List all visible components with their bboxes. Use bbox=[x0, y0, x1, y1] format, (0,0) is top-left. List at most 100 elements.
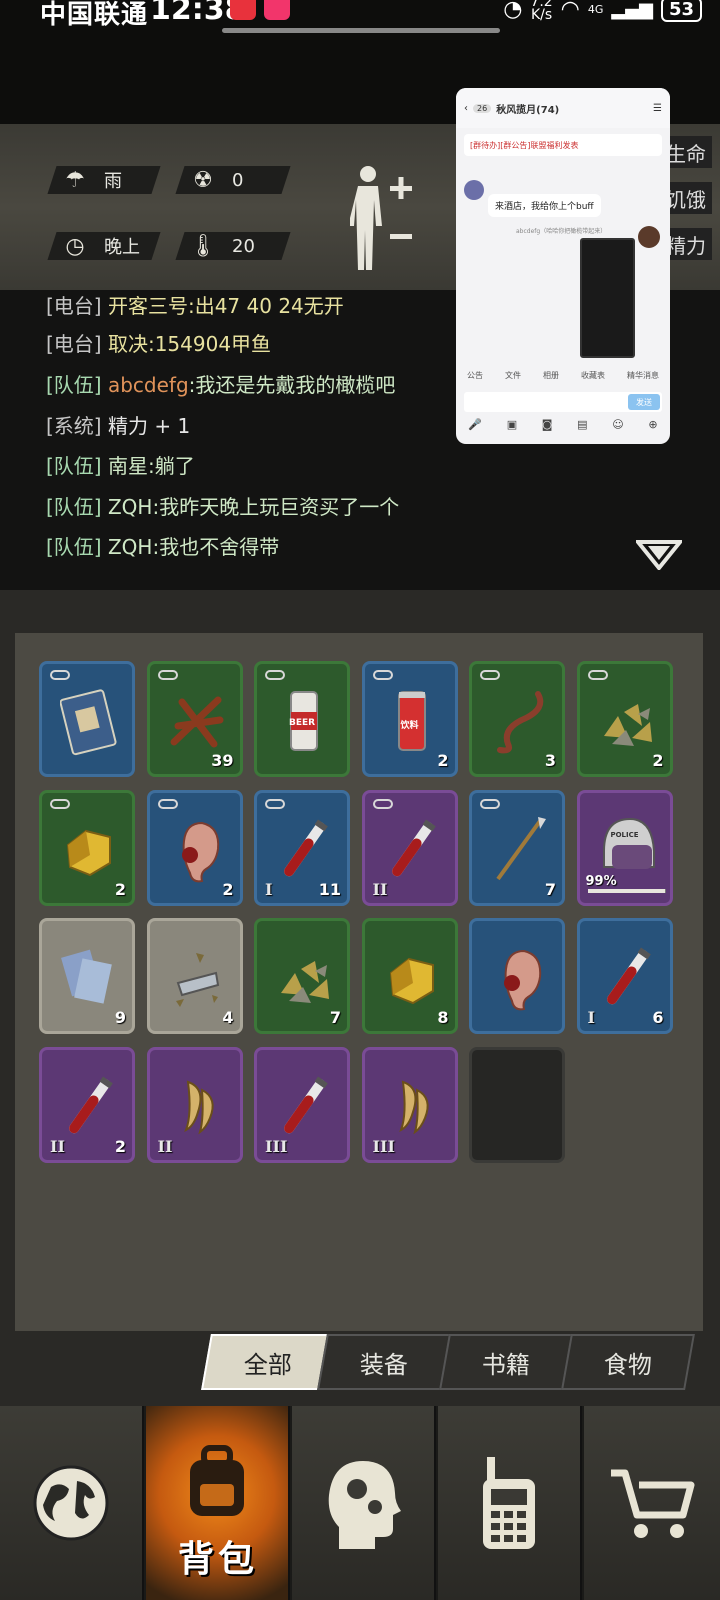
screenshot-thumbnail[interactable] bbox=[580, 238, 635, 358]
menu-icon[interactable]: ☰ bbox=[653, 103, 662, 114]
tab-label: 食物 bbox=[604, 1350, 652, 1379]
nav-backpack-label: 背包 bbox=[177, 1539, 258, 1580]
chat-channel: [系统] bbox=[46, 414, 102, 438]
radiation-cell: ☢ 0 bbox=[175, 166, 291, 194]
tab-equipment[interactable]: 装备 bbox=[317, 1334, 451, 1390]
inventory-slot[interactable]: II bbox=[361, 789, 458, 906]
toolbar-item[interactable]: 公告 bbox=[467, 370, 483, 388]
inventory-slot[interactable]: BEER bbox=[254, 661, 350, 777]
toolbar-item[interactable]: 精华消息 bbox=[627, 370, 659, 388]
blood-vial-icon bbox=[391, 819, 436, 876]
back-chevron-icon[interactable]: ‹ bbox=[464, 103, 468, 114]
chat-text: :我还是先戴我的橄榄吧 bbox=[188, 373, 396, 397]
item-tier: I bbox=[587, 1008, 595, 1027]
item-count: 7 bbox=[544, 879, 556, 899]
link-icon bbox=[157, 670, 178, 680]
nav-map-button[interactable] bbox=[0, 1406, 144, 1600]
item-count: 2 bbox=[652, 751, 664, 770]
temperature-cell: 🌡 20 bbox=[175, 232, 291, 260]
inventory-slot[interactable] bbox=[469, 918, 565, 1034]
item-tier: I bbox=[265, 879, 273, 899]
chat-sender[interactable]: abcdefg bbox=[108, 373, 189, 397]
file-icon[interactable]: ▤ bbox=[577, 418, 587, 438]
floating-chat-window[interactable]: ‹ 26 秋风揽月(74) ☰ [群待办][群公告]联盟福利发表 来酒店，我给你… bbox=[456, 88, 670, 444]
item-count: 2 bbox=[222, 879, 234, 899]
camera-icon[interactable]: ◙ bbox=[542, 418, 553, 438]
thermometer-icon: 🌡 bbox=[189, 233, 217, 259]
empty-inventory-slot[interactable] bbox=[469, 1046, 565, 1163]
inventory-slot[interactable]: 7 bbox=[254, 918, 350, 1034]
head-gears-icon bbox=[328, 1461, 401, 1549]
inventory-slot[interactable]: III bbox=[361, 1046, 458, 1163]
inventory-slot[interactable]: 4 bbox=[146, 918, 243, 1034]
inventory-slot[interactable]: I 11 bbox=[254, 789, 350, 906]
alarm-icon: ◔ bbox=[503, 0, 523, 22]
emoji-icon[interactable]: ☺ bbox=[612, 418, 623, 438]
tab-all[interactable]: 全部 bbox=[201, 1334, 335, 1390]
category-tabs: 全部 装备 书籍 食物 bbox=[200, 1334, 696, 1390]
inventory-slot[interactable]: 3 bbox=[469, 661, 565, 777]
bottom-nav: 背包 bbox=[0, 1406, 720, 1600]
nav-backpack-button[interactable]: 背包 bbox=[146, 1406, 290, 1600]
tab-label: 全部 bbox=[244, 1350, 292, 1379]
ear-icon bbox=[181, 821, 219, 882]
plus-icon[interactable]: ⊕ bbox=[648, 418, 657, 438]
chat-text: 开客三号:出47 40 24无开 bbox=[107, 294, 344, 318]
inventory-slot[interactable]: 2 bbox=[146, 789, 243, 906]
unread-badge: 26 bbox=[473, 103, 492, 113]
collapse-chat-chevron-icon[interactable] bbox=[636, 540, 682, 570]
item-count: 8 bbox=[437, 1008, 449, 1027]
inventory-slot[interactable]: II 2 bbox=[39, 1046, 135, 1163]
toolbar-item[interactable]: 相册 bbox=[543, 370, 559, 388]
tab-books[interactable]: 书籍 bbox=[439, 1334, 573, 1390]
chat-channel: [电台] bbox=[46, 332, 102, 356]
inventory-slot[interactable]: 2 bbox=[576, 661, 673, 777]
nav-shop-button[interactable] bbox=[584, 1406, 720, 1600]
carrier-name: 中国联通 bbox=[40, 0, 149, 30]
chat-line: [系统] 精力 + 1 bbox=[46, 410, 190, 439]
signal-type: 4G bbox=[587, 2, 604, 16]
floating-window-handle[interactable] bbox=[222, 28, 500, 33]
chat-channel: [队伍] bbox=[46, 373, 102, 397]
inventory-slot[interactable]: I6 bbox=[576, 918, 673, 1034]
inventory-slot[interactable]: 9 bbox=[39, 918, 135, 1034]
item-count: 2 bbox=[114, 879, 126, 899]
nav-radio-button[interactable] bbox=[438, 1406, 582, 1600]
group-notice-banner[interactable]: [群待办][群公告]联盟福利发表 bbox=[464, 134, 662, 156]
weather-value: 雨 bbox=[104, 171, 122, 192]
inventory-slot[interactable]: 2 bbox=[39, 789, 135, 906]
inventory-slot[interactable]: 8 bbox=[361, 918, 458, 1034]
inventory-slot[interactable]: 饮料 2 bbox=[361, 661, 458, 777]
weather-cell: ☂ 雨 bbox=[47, 166, 161, 194]
metal-scrap-icon bbox=[175, 953, 219, 1007]
tab-food[interactable]: 食物 bbox=[561, 1334, 695, 1390]
item-print-label: 饮料 bbox=[400, 721, 419, 731]
inventory-slot[interactable]: II bbox=[146, 1046, 243, 1163]
globe-icon bbox=[33, 1465, 109, 1541]
item-print-label: BEER bbox=[288, 718, 316, 728]
avatar bbox=[638, 226, 660, 248]
item-count: 2 bbox=[114, 1136, 126, 1156]
mic-icon[interactable]: 🎤 bbox=[468, 418, 482, 438]
chat-channel: [队伍] bbox=[46, 535, 102, 559]
inventory-slot[interactable]: 7 bbox=[469, 789, 565, 906]
chat-text: ZQH:我昨天晚上玩巨资买了一个 bbox=[107, 495, 400, 519]
item-count: 7 bbox=[329, 1008, 341, 1027]
body-status-icon[interactable] bbox=[350, 164, 420, 274]
scrap-pile-icon bbox=[281, 961, 329, 1003]
net-speed: 7.2 K/s bbox=[530, 0, 552, 22]
inventory-slot[interactable]: III bbox=[254, 1046, 350, 1163]
paper-icon bbox=[61, 949, 112, 1004]
inventory-slot[interactable]: 39 bbox=[146, 661, 243, 777]
toolbar-item[interactable]: 文件 bbox=[505, 370, 521, 388]
image-icon[interactable]: ▣ bbox=[507, 418, 517, 438]
inventory-slot[interactable] bbox=[39, 661, 135, 777]
cart-icon bbox=[611, 1469, 695, 1538]
item-print-label: POLICE bbox=[610, 830, 639, 839]
send-button[interactable]: 发送 bbox=[628, 394, 660, 410]
chat-channel: [队伍] bbox=[46, 454, 102, 478]
nav-skills-button[interactable] bbox=[292, 1406, 436, 1600]
inventory-slot[interactable]: POLICE 99% bbox=[576, 789, 673, 906]
toolbar-item[interactable]: 收藏表 bbox=[581, 370, 605, 388]
net-speed-unit: K/s bbox=[530, 7, 553, 23]
